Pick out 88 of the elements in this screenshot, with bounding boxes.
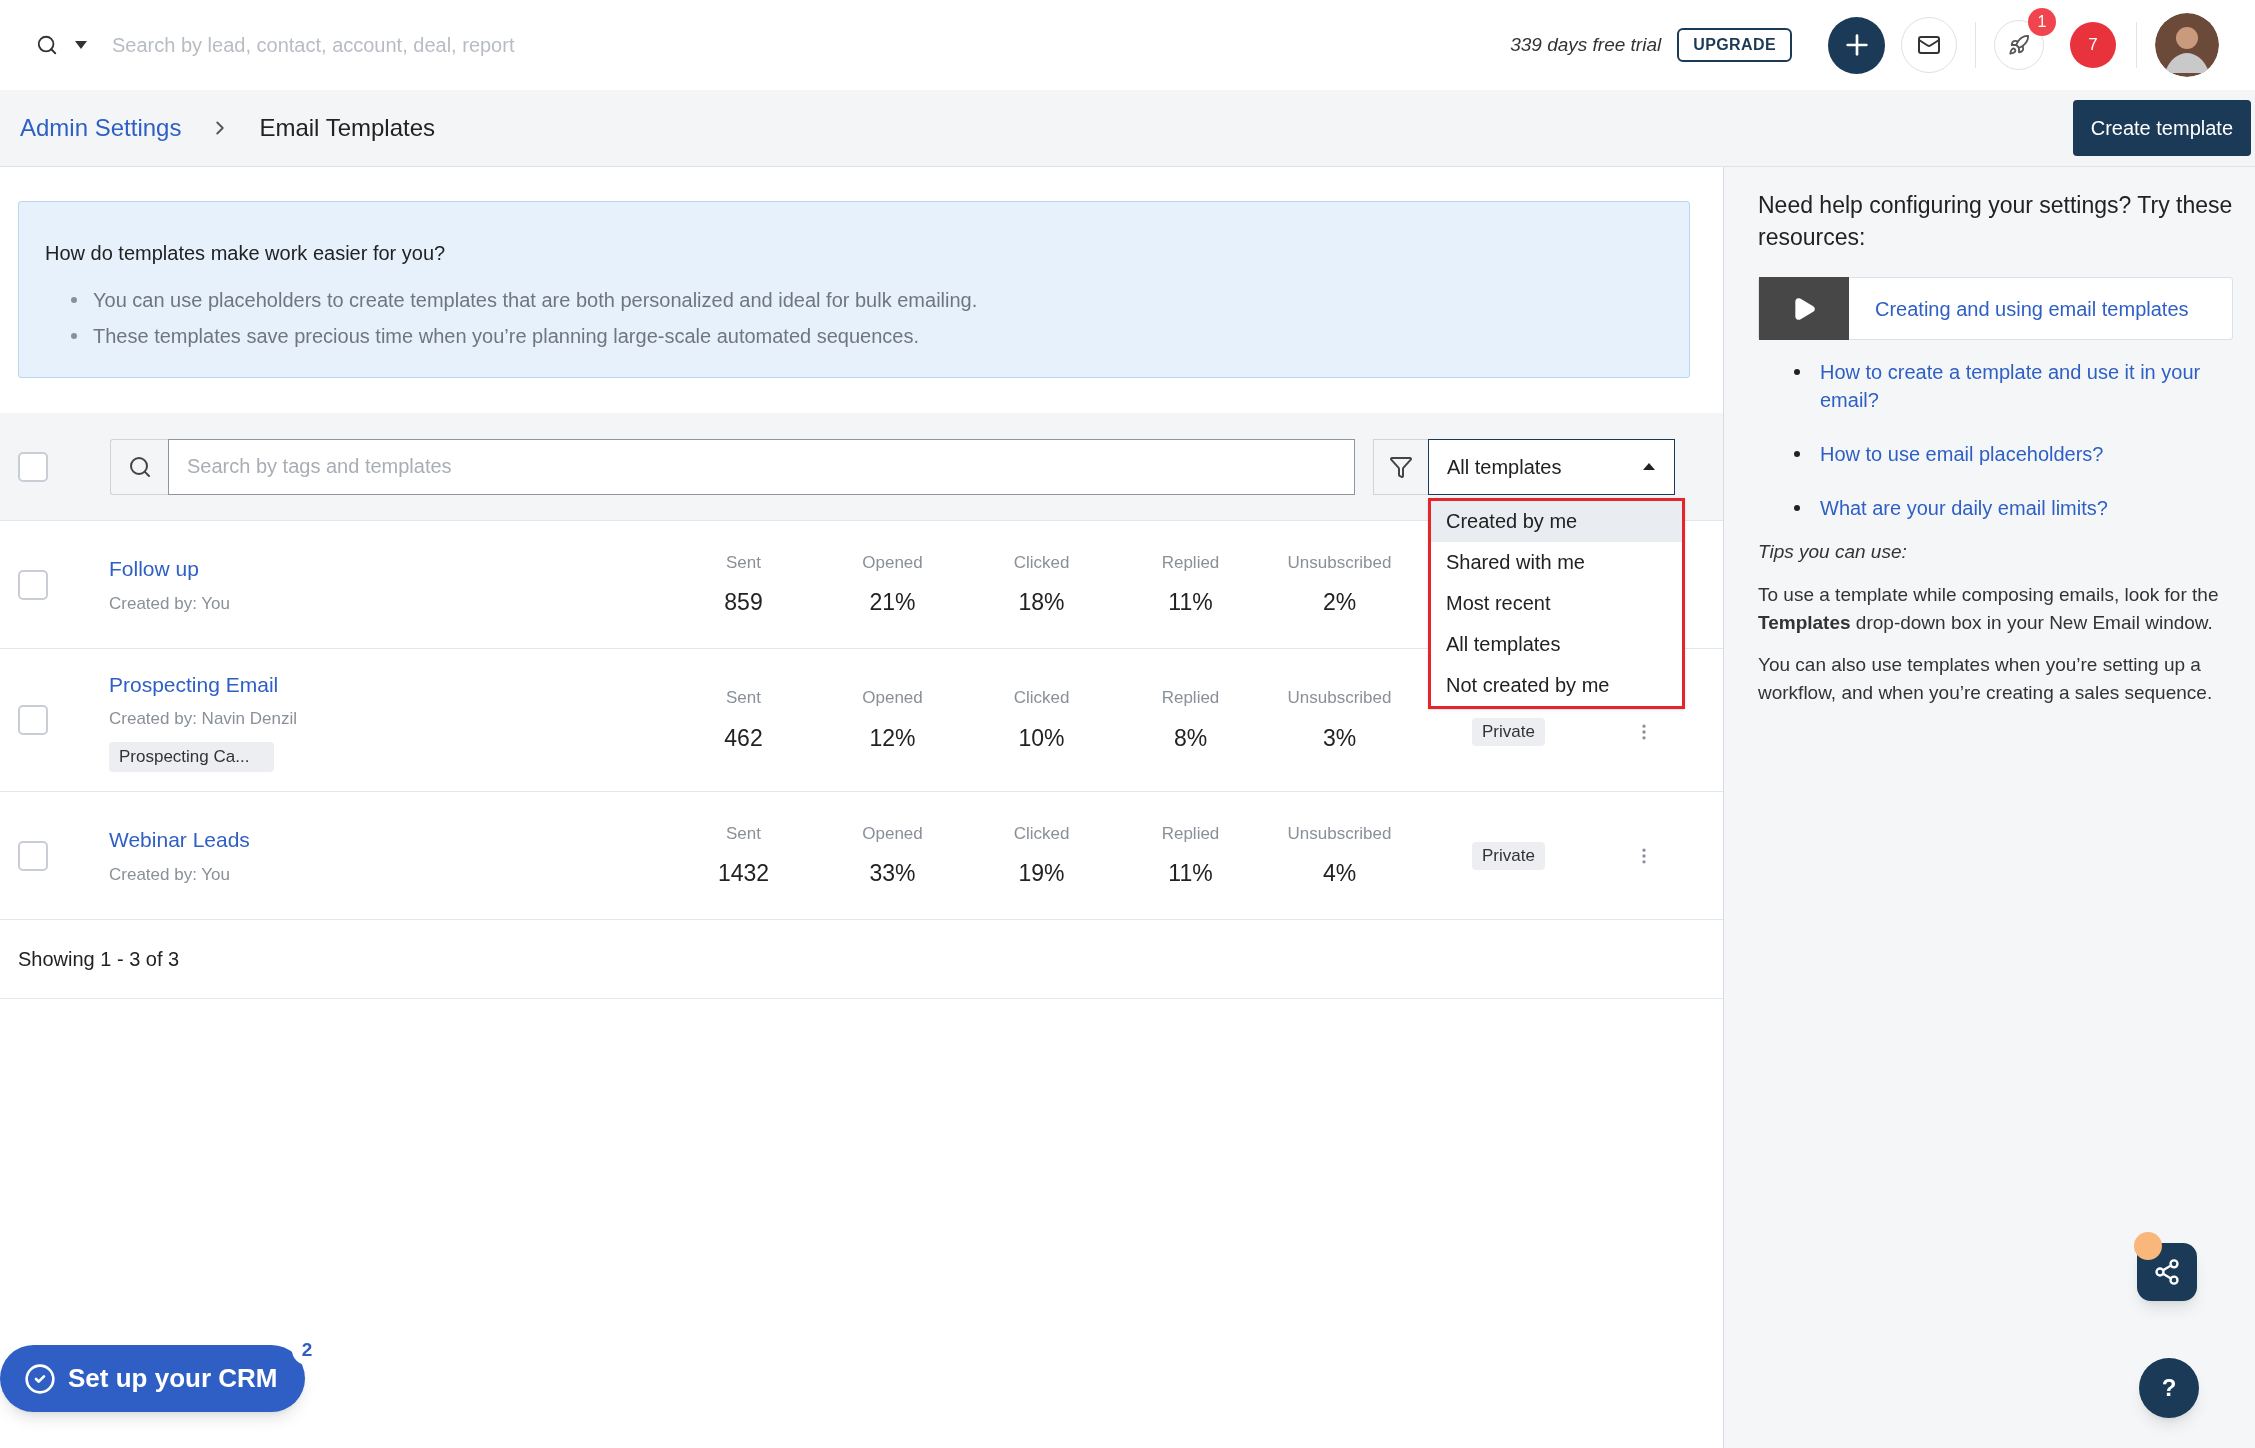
- info-bullet-text: You can use placeholders to create templates that are both personalized and ideal for bulk emailing.: [93, 288, 978, 313]
- stat-label: Sent: [726, 822, 761, 845]
- tip-text: To use a template while composing emails, look for the Templates drop-down box in your New Email window.: [1758, 582, 2220, 635]
- filter-option[interactable]: Most recent: [1431, 582, 1682, 624]
- status-badge: Private: [1472, 841, 1545, 870]
- stat-value: 3%: [1322, 723, 1357, 753]
- mail-icon: [1917, 33, 1941, 57]
- bullet-icon: [1794, 505, 1800, 511]
- search-icon[interactable]: [36, 34, 58, 56]
- info-bullet-text: These templates save precious time when you’re planning large-scale automated sequences.: [93, 324, 920, 349]
- avatar[interactable]: [2155, 13, 2219, 77]
- stat-value: 12%: [869, 723, 916, 753]
- created-by-text: Created by: You: [109, 592, 230, 615]
- help-link[interactable]: What are your daily email limits?: [1820, 494, 2108, 522]
- page-title: Email Templates: [259, 113, 436, 143]
- bullet-icon: [1794, 369, 1800, 375]
- filter-dropdown[interactable]: All templates: [1428, 438, 1675, 495]
- tips-title: Tips you can use:: [1758, 540, 1908, 564]
- add-button[interactable]: [1828, 16, 1885, 74]
- breadcrumb-link[interactable]: Admin Settings: [20, 110, 182, 146]
- stat-value: 462: [724, 723, 763, 753]
- template-name-link[interactable]: Prospecting Email: [109, 668, 279, 700]
- stat-label: Replied: [1161, 687, 1220, 709]
- checkbox[interactable]: [18, 569, 48, 600]
- stat-value: 859: [724, 588, 763, 617]
- status-badge: Private: [1472, 718, 1545, 746]
- caret-icon: [1642, 462, 1656, 471]
- created-by-text: Created by: You: [109, 863, 230, 886]
- stat-label: Sent: [726, 687, 761, 709]
- filter-option[interactable]: Created by me: [1431, 500, 1682, 542]
- stat-value: 19%: [1018, 859, 1065, 888]
- stat-value: 21%: [869, 588, 916, 617]
- mail-button[interactable]: [1901, 17, 1957, 73]
- notification-badge: 1: [2028, 8, 2056, 36]
- bullet-icon: [1794, 451, 1800, 457]
- stat-label: Clicked: [1013, 822, 1070, 845]
- caret-icon[interactable]: [74, 40, 88, 50]
- stat-label: Replied: [1161, 551, 1220, 574]
- play-icon: [1759, 277, 1849, 340]
- search-icon[interactable]: [110, 438, 168, 495]
- help-link[interactable]: How to create a template and use it in your email?: [1820, 358, 2233, 414]
- create-template-button[interactable]: Create template: [2072, 100, 2251, 156]
- stat-label: Opened: [862, 551, 923, 574]
- pagination-text: Showing 1 - 3 of 3: [18, 947, 180, 972]
- stat-value: 4%: [1322, 859, 1357, 888]
- rocket-icon: [2008, 34, 2030, 56]
- alerts-count[interactable]: 7: [2070, 22, 2116, 68]
- stat-value: 2%: [1322, 588, 1357, 617]
- filter-option[interactable]: Shared with me: [1431, 541, 1682, 583]
- checkbox[interactable]: [18, 840, 48, 871]
- filter-icon[interactable]: [1373, 438, 1428, 495]
- tip-text: You can also use templates when you’re setting up a workflow, and when you’re creating a sales sequence.: [1758, 652, 2214, 705]
- stat-label: Opened: [862, 822, 923, 845]
- stat-value: 1432: [717, 859, 770, 888]
- stat-label: Unsubscribed: [1287, 822, 1392, 845]
- template-name-link[interactable]: Webinar Leads: [109, 824, 250, 856]
- stat-label: Opened: [862, 687, 923, 709]
- check-circle-icon: [24, 1362, 56, 1395]
- global-search-field[interactable]: Search by lead, contact, account, deal, report: [112, 30, 1012, 60]
- stat-label: Replied: [1161, 822, 1220, 845]
- bullet-icon: [71, 297, 77, 303]
- upgrade-button[interactable]: UPGRADE: [1677, 28, 1792, 62]
- stat-value: 8%: [1173, 723, 1208, 753]
- template-search-field[interactable]: Search by tags and templates: [168, 438, 1355, 495]
- help-link[interactable]: How to use email placeholders?: [1820, 440, 2104, 468]
- share-icon: [2153, 1258, 2181, 1286]
- filter-option[interactable]: All templates: [1431, 623, 1682, 665]
- stat-label: Clicked: [1013, 551, 1070, 574]
- stat-label: Sent: [726, 551, 761, 574]
- info-title: How do templates make work easier for you?: [45, 241, 447, 266]
- trial-text: 339 days free trial: [1510, 32, 1662, 57]
- stat-value: 11%: [1168, 588, 1213, 617]
- stat-value: 18%: [1018, 588, 1065, 617]
- template-name-link[interactable]: Follow up: [109, 553, 199, 585]
- created-by-text: Created by: Navin Denzil: [109, 708, 298, 730]
- stat-value: 11%: [1168, 859, 1213, 888]
- stat-value: 33%: [869, 859, 916, 888]
- stat-label: Unsubscribed: [1287, 687, 1392, 709]
- bullet-icon: [71, 333, 77, 339]
- checkbox[interactable]: [18, 705, 48, 735]
- video-link[interactable]: Creating and using email templates: [1758, 277, 2233, 340]
- filter-option[interactable]: Not created by me: [1431, 664, 1682, 706]
- template-tag: Prospecting Ca...: [109, 741, 274, 772]
- checkbox[interactable]: [18, 451, 48, 482]
- stat-value: 10%: [1018, 723, 1065, 753]
- stat-label: Unsubscribed: [1287, 551, 1392, 574]
- help-title: Need help configuring your settings? Try these resources:: [1758, 191, 2233, 252]
- stat-label: Clicked: [1013, 687, 1070, 709]
